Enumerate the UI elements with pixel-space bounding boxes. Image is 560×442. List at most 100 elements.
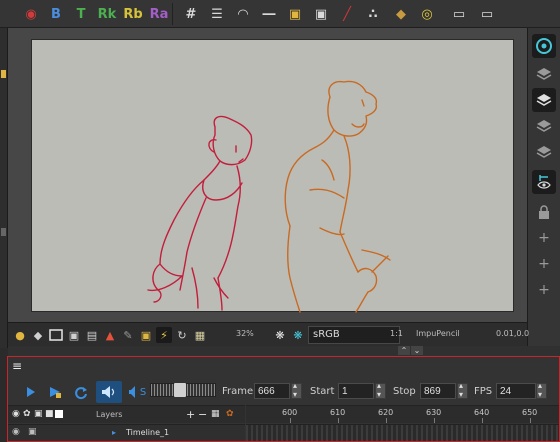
timeline-track[interactable]: [246, 424, 559, 441]
layer-visibility-icon[interactable]: ◉: [12, 427, 20, 437]
layers-header: ◉ ✿ ▣ ■ Layers + − ▦ ✿: [8, 405, 245, 423]
playback-toolbar: S Frame Start Stop FPS: [8, 379, 559, 403]
frame-label: Frame: [222, 386, 254, 397]
white-swatch-icon[interactable]: [55, 410, 63, 418]
color-wheel-icon[interactable]: ❋: [290, 327, 306, 343]
drawing-canvas[interactable]: [31, 39, 514, 313]
sound-toggle-icon[interactable]: [96, 381, 122, 403]
dotted-line-icon[interactable]: ∴: [362, 3, 384, 25]
add-layer-icon[interactable]: +: [186, 408, 195, 421]
sound-scrub-toggle[interactable]: S: [124, 381, 150, 403]
timeline-tool-icon[interactable]: ✿: [226, 409, 234, 419]
paint-icon[interactable]: ✎: [120, 327, 136, 343]
orange-character-sketch: [284, 80, 391, 313]
lock-gear-icon[interactable]: ▣: [310, 3, 332, 25]
timeline-menu-icon[interactable]: ≡: [12, 359, 22, 373]
frame-stepper[interactable]: [291, 381, 302, 399]
color-swatch-icon[interactable]: ■: [45, 409, 54, 419]
fps-stepper[interactable]: [536, 381, 547, 399]
lightning-icon[interactable]: ⚡: [156, 327, 172, 343]
grid-icon[interactable]: #: [180, 3, 202, 25]
layer-stack-icon[interactable]: ◆: [30, 327, 46, 343]
play-selection-icon[interactable]: [44, 381, 66, 403]
stack-icon[interactable]: ◆: [390, 3, 412, 25]
sound-scrub-label: S: [139, 386, 147, 398]
light-table-icon[interactable]: ◠: [232, 3, 254, 25]
colorspace-value: sRGB: [313, 329, 340, 340]
lock-yellow-icon[interactable]: ▣: [138, 327, 154, 343]
eye-icon[interactable]: ◉: [12, 409, 20, 419]
pivot-icon[interactable]: ▲: [102, 327, 118, 343]
fps-label: FPS: [474, 386, 493, 397]
zoom-level[interactable]: 32%: [236, 329, 254, 338]
sheet-icon[interactable]: ▦: [192, 327, 208, 343]
red-character-sketch: [147, 115, 253, 311]
layer-props-icon[interactable]: ▦: [211, 409, 220, 419]
safe-area-icon[interactable]: [48, 327, 64, 343]
fps-field[interactable]: [496, 383, 536, 399]
viewport-status-bar: ● ◆ ▣ ▤ ▲ ✎ ▣ ⚡ ↻ ▦ 32% ❋ ❋ sRGB 1:1 Imp…: [8, 322, 529, 346]
layers-stack-active-icon[interactable]: [532, 88, 556, 112]
line-icon[interactable]: ―: [258, 3, 280, 25]
current-tool-name: ImpuPencil: [416, 329, 460, 338]
camera-mask-icon[interactable]: ▣: [66, 327, 82, 343]
start-label: Start: [310, 386, 335, 397]
top-toolbar: ◉ B T Rk Rb Ra # ☰ ◠ ― ▣ ▣ ╱ ∴ ◆ ◎ ▭ ▭: [0, 0, 560, 28]
ruler-tick-label: 610: [330, 408, 346, 417]
character-drawings: [147, 80, 391, 313]
layer-lock-icon[interactable]: ▣: [28, 427, 37, 437]
gear-icon[interactable]: ❋: [272, 327, 288, 343]
purple-ra-icon[interactable]: Ra: [148, 3, 170, 25]
reset-view-icon[interactable]: ↻: [174, 327, 190, 343]
yellow-rb-icon[interactable]: Rb: [122, 3, 144, 25]
layer-row[interactable]: ◉ ▣ ▸ Timeline_1: [8, 424, 245, 441]
loop-icon[interactable]: [70, 381, 92, 403]
add-icon[interactable]: +: [532, 226, 556, 250]
toggle-icon[interactable]: ▭: [448, 3, 470, 25]
camera-view-eye-icon[interactable]: [532, 34, 556, 58]
green-t-icon[interactable]: T: [70, 3, 92, 25]
blue-b-icon[interactable]: B: [45, 3, 67, 25]
remove-layer-icon[interactable]: −: [198, 408, 207, 421]
layers-stack-icon[interactable]: [532, 62, 556, 86]
volume-slider[interactable]: [150, 383, 216, 397]
lock-all-icon[interactable]: ▣: [34, 409, 43, 419]
toggle-icon-2[interactable]: ▭: [476, 3, 498, 25]
panel-splitter[interactable]: ⌃ ⌄: [8, 346, 560, 356]
onion-skin-icon[interactable]: ☰: [206, 3, 228, 25]
layers-stack-icon-3[interactable]: [532, 114, 556, 138]
green-rk-icon[interactable]: Rk: [96, 3, 118, 25]
collapse-down-icon[interactable]: ⌄: [411, 346, 423, 355]
frame-icon[interactable]: ▤: [84, 327, 100, 343]
solo-icon[interactable]: ✿: [23, 409, 31, 419]
start-stepper[interactable]: [375, 381, 386, 399]
frame-field[interactable]: [254, 383, 290, 399]
ruler-tick: [530, 418, 531, 423]
bulb-marker-icon: [1, 70, 6, 78]
stop-stepper[interactable]: [457, 381, 468, 399]
add-icon-3[interactable]: +: [532, 278, 556, 302]
layers-label: Layers: [96, 410, 123, 419]
start-field[interactable]: [338, 383, 374, 399]
play-icon[interactable]: [20, 381, 42, 403]
stopwatch-icon[interactable]: ◎: [416, 3, 438, 25]
colorspace-select[interactable]: sRGB: [308, 326, 400, 344]
layer-expand-icon[interactable]: ▸: [112, 428, 116, 437]
red-circle-brush-icon[interactable]: ◉: [20, 3, 42, 25]
lock-icon[interactable]: [532, 200, 556, 224]
layers-stack-icon-4[interactable]: [532, 140, 556, 164]
ruler-icon[interactable]: ╱: [336, 3, 358, 25]
ruler-tick-label: 600: [282, 408, 298, 417]
volume-slider-thumb[interactable]: [174, 383, 186, 397]
lock-icon[interactable]: ▣: [284, 3, 306, 25]
ruler-tick: [482, 418, 483, 423]
add-icon-2[interactable]: +: [532, 252, 556, 276]
frame-ruler[interactable]: 600 610 620 630 640 650: [246, 405, 559, 423]
layer-name[interactable]: Timeline_1: [126, 428, 169, 437]
collapse-up-icon[interactable]: ⌃: [398, 346, 410, 355]
toolbar-separator: [172, 3, 173, 25]
stop-field[interactable]: [420, 383, 456, 399]
left-panel-strip: [0, 28, 8, 348]
bulb-icon[interactable]: ●: [12, 327, 28, 343]
onion-skin-eye-icon[interactable]: [532, 170, 556, 194]
